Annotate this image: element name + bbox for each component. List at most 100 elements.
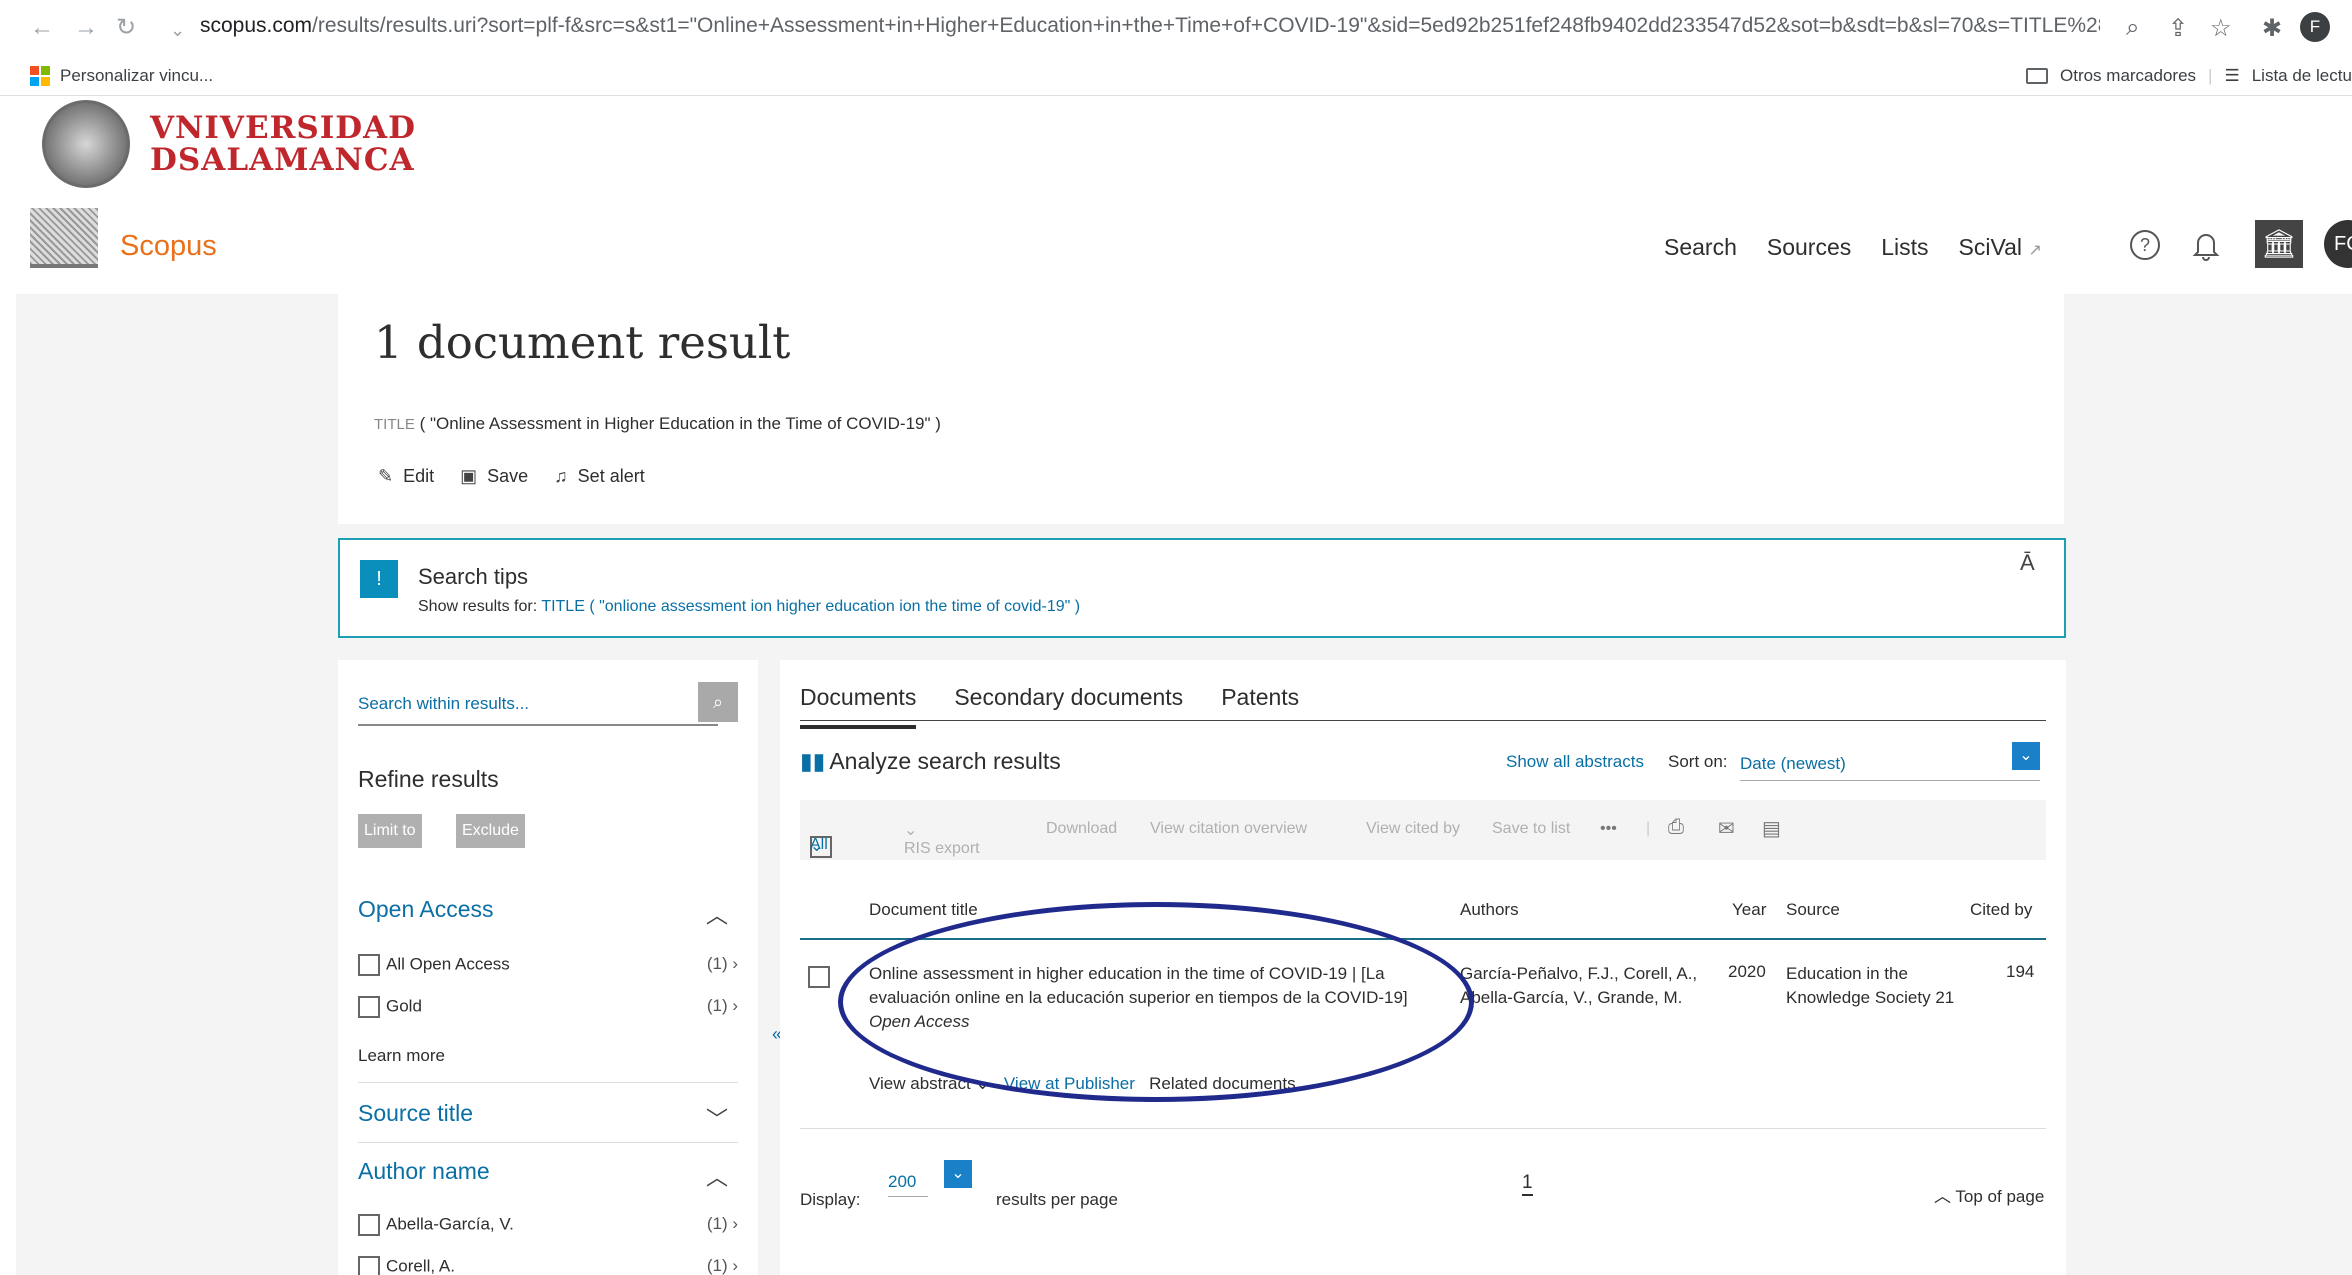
extension-icon[interactable]: ✱ (2262, 14, 2282, 43)
user-avatar[interactable]: FC (2324, 220, 2352, 268)
chevron-down-icon[interactable]: ⌄ (944, 1160, 972, 1188)
bookmarks-bar: Personalizar vincu... Otros marcadores |… (0, 56, 2352, 96)
sort-label: Sort on: (1668, 752, 1728, 771)
edit-button[interactable]: ✎ Edit (378, 466, 434, 487)
nav-lists[interactable]: Lists (1881, 234, 1928, 261)
sort-select[interactable]: Date (newest) (1740, 754, 2040, 781)
tab-patents[interactable]: Patents (1221, 684, 1299, 729)
set-alert-label: Set alert (577, 466, 645, 486)
save-to-list-button[interactable]: Save to list (1492, 820, 1570, 838)
checkbox[interactable] (358, 1214, 380, 1236)
divider (800, 1128, 2046, 1129)
edit-label: Edit (403, 466, 435, 486)
document-year: 2020 (1728, 962, 1766, 981)
column-header-year[interactable]: Year (1732, 900, 1766, 920)
zoom-icon[interactable]: ⌕ (2126, 14, 2139, 42)
checkbox[interactable] (358, 1256, 380, 1275)
document-source[interactable]: Education in the Knowledge Society 21 (1786, 962, 1956, 1010)
view-abstract-link[interactable]: View abstract (869, 1074, 971, 1093)
chevron-down-icon[interactable]: ⌄ (170, 18, 185, 42)
url-field[interactable]: scopus.com/results/results.uri?sort=plf-… (200, 14, 2100, 38)
row-links: View abstract ⌄ View at Publisher Relate… (869, 1074, 1296, 1094)
document-authors[interactable]: García-Peñalvo, F.J., Corell, A., Abella… (1460, 962, 1720, 1010)
text-size-icon[interactable]: Ā (2020, 550, 2035, 576)
document-cited-by[interactable]: 194 (2006, 962, 2034, 982)
learn-more-link[interactable]: Learn more (358, 1046, 445, 1066)
related-documents-link[interactable]: Related documents (1149, 1074, 1295, 1093)
facet-item[interactable]: All Open Access (1) › (358, 954, 738, 978)
back-arrow-icon[interactable]: ← (30, 16, 54, 40)
forward-arrow-icon[interactable]: → (74, 16, 98, 40)
scopus-header: Scopus Search Sources Lists SciVal ↗ ? 🏛… (0, 200, 2352, 290)
star-icon[interactable]: ☆ (2210, 14, 2232, 43)
results-per-page-label: results per page (996, 1190, 1118, 1209)
page-number[interactable]: 1 (1522, 1172, 1533, 1196)
nav-search[interactable]: Search (1664, 234, 1737, 261)
browser-address-bar: ← → ↻ ⌄ scopus.com/results/results.uri?s… (0, 0, 2352, 56)
nav-sources[interactable]: Sources (1767, 234, 1851, 261)
folder-icon (2026, 68, 2048, 84)
column-header-source[interactable]: Source (1786, 900, 1840, 920)
other-bookmarks[interactable]: Otros marcadores (2060, 66, 2196, 86)
microsoft-logo-icon (30, 66, 50, 86)
search-icon[interactable]: ⌕ (698, 682, 738, 722)
chevron-up-icon[interactable]: ︿ (706, 898, 728, 930)
show-all-abstracts-link[interactable]: Show all abstracts (1506, 752, 1644, 772)
analyze-results-link[interactable]: ▮▮ Analyze search results (800, 748, 1061, 775)
search-tips-box: ! Search tips Show results for: TITLE ( … (338, 538, 2066, 638)
bookmark-personalize[interactable]: Personalizar vincu... (30, 66, 213, 86)
elsevier-tree-logo (30, 208, 98, 268)
facet-open-access[interactable]: Open Access ︿ (358, 896, 738, 928)
help-icon[interactable]: ? (2130, 230, 2160, 260)
facet-item[interactable]: Corell, A. (1) › (358, 1256, 738, 1275)
more-options-icon[interactable]: ••• (1600, 820, 1617, 838)
browser-profile-avatar[interactable]: F (2300, 12, 2330, 42)
top-of-page-link[interactable]: ︿ Top of page (1934, 1182, 2044, 1207)
search-within-input[interactable]: Search within results... (358, 682, 718, 726)
nav-scival[interactable]: SciVal ↗ (1959, 234, 2042, 261)
download-button[interactable]: Download (1046, 820, 1117, 838)
reload-icon[interactable]: ↻ (116, 16, 136, 40)
tips-suggestion-link[interactable]: TITLE ( "onlione assessment ion higher e… (541, 598, 1080, 615)
checkbox[interactable] (358, 954, 380, 976)
column-header-cited-by[interactable]: Cited by (1970, 900, 2032, 920)
bibliography-icon[interactable]: ▤ (1762, 816, 1781, 841)
nav-scival-label: SciVal (1958, 234, 2023, 260)
facet-item[interactable]: Abella-García, V. (1) › (358, 1214, 738, 1238)
view-citation-overview-button[interactable]: View citation overview (1150, 820, 1307, 838)
view-cited-by-button[interactable]: View cited by (1366, 820, 1460, 838)
exclamation-icon: ! (360, 560, 398, 598)
query-actions: ✎ Edit ▣ Save ♫ Set alert (378, 466, 645, 487)
limit-to-button[interactable]: Limit to (358, 814, 422, 848)
set-alert-button[interactable]: ♫ Set alert (554, 466, 645, 487)
tab-secondary-documents[interactable]: Secondary documents (954, 684, 1183, 729)
save-button[interactable]: ▣ Save (460, 466, 528, 487)
email-icon[interactable]: ✉ (1718, 816, 1735, 841)
facet-source-title[interactable]: Source title ﹀ (358, 1100, 738, 1132)
facet-item-count: (1) › (706, 1214, 738, 1233)
exclude-button[interactable]: Exclude (456, 814, 525, 848)
view-at-publisher-link[interactable]: View at Publisher (1004, 1074, 1135, 1093)
facet-item[interactable]: Gold (1) › (358, 996, 738, 1020)
chevron-down-icon[interactable]: ﹀ (706, 1102, 728, 1134)
row-checkbox[interactable] (808, 966, 830, 988)
checkbox[interactable] (358, 996, 380, 1018)
column-header-authors[interactable]: Authors (1460, 900, 1519, 920)
results-per-page-select[interactable]: 200 (888, 1172, 928, 1197)
scopus-logo[interactable]: Scopus (120, 230, 217, 263)
save-icon: ▣ (460, 466, 478, 486)
save-label: Save (487, 466, 529, 486)
document-title-link[interactable]: Online assessment in higher education in… (869, 964, 1408, 1007)
bar-chart-icon: ▮▮ (800, 748, 826, 774)
print-icon[interactable]: ⎙ (1668, 816, 1684, 839)
chevron-down-icon[interactable]: ⌄ (2012, 742, 2040, 770)
column-header-title[interactable]: Document title (869, 900, 978, 920)
chevron-up-icon[interactable]: ︿ (706, 1160, 728, 1192)
reading-list[interactable]: Lista de lectu (2252, 66, 2352, 86)
share-icon[interactable]: ⇪ (2168, 14, 2188, 43)
tab-documents[interactable]: Documents (800, 684, 917, 729)
bell-icon[interactable] (2192, 230, 2220, 262)
facet-author-name[interactable]: Author name ︿ (358, 1158, 738, 1190)
institution-icon[interactable]: 🏛 (2255, 220, 2303, 268)
ris-export-button[interactable]: RIS export ⌄ (904, 820, 980, 857)
